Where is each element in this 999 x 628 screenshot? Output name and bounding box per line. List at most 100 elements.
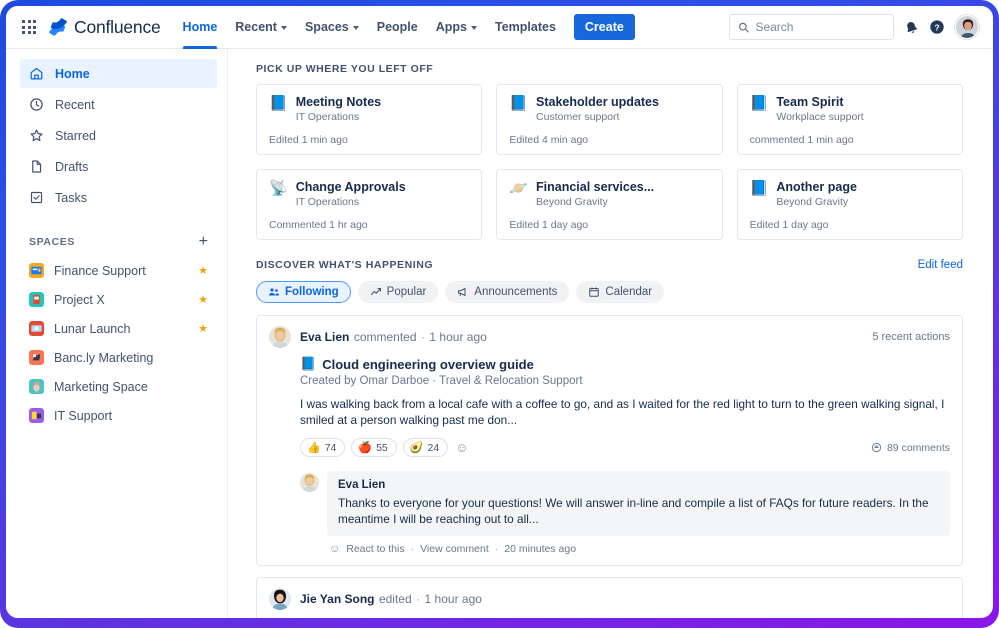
nav-item-apps-label: Apps	[436, 20, 467, 34]
space-avatar-icon	[29, 408, 44, 423]
space-label: Finance Support	[54, 264, 146, 278]
top-nav-right-group: ?	[729, 14, 979, 40]
trending-up-icon	[370, 286, 382, 298]
add-reaction-icon[interactable]: ☺	[455, 441, 468, 454]
nav-item-home[interactable]: Home	[175, 6, 226, 49]
main-nav-items: Home Recent Spaces People Apps Templates…	[175, 6, 635, 49]
pickup-card-change-approvals[interactable]: 📡 Change Approvals IT Operations Comment…	[256, 169, 482, 240]
space-label: Banc.ly Marketing	[54, 351, 153, 365]
avocado-reaction[interactable]: 🥑 24	[403, 438, 448, 457]
card-title: Change Approvals	[296, 180, 406, 195]
sidebar-item-recent[interactable]: Recent	[20, 90, 217, 119]
nav-item-home-label: Home	[183, 20, 218, 34]
search-box[interactable]	[729, 14, 894, 40]
clock-icon	[29, 97, 44, 112]
sidebar-item-drafts-label: Drafts	[55, 160, 88, 174]
sidebar-item-home[interactable]: Home	[20, 59, 217, 88]
app-switcher-icon[interactable]	[16, 14, 42, 40]
star-icon[interactable]: ★	[198, 264, 208, 277]
sidebar-item-starred[interactable]: Starred	[20, 121, 217, 150]
help-circle-icon: ?	[929, 19, 945, 35]
pickup-card-team-spirit[interactable]: 📘 Team Spirit Workplace support commente…	[737, 84, 963, 155]
space-label: IT Support	[54, 409, 112, 423]
feed-time: 1 hour ago	[429, 330, 486, 344]
edit-feed-link[interactable]: Edit feed	[918, 259, 963, 271]
view-comment-link[interactable]: View comment	[420, 543, 489, 555]
sidebar-item-home-label: Home	[55, 67, 90, 81]
card-meta: Edited 1 min ago	[269, 134, 469, 146]
reply-time: 20 minutes ago	[504, 543, 576, 555]
avatar[interactable]	[300, 473, 319, 492]
nav-item-templates[interactable]: Templates	[487, 6, 564, 49]
card-space: IT Operations	[296, 196, 406, 208]
blue-book-icon: 📘	[509, 96, 528, 112]
space-avatar-icon	[29, 321, 44, 336]
create-button[interactable]: Create	[574, 14, 635, 40]
card-space: Workplace support	[776, 111, 863, 123]
user-avatar[interactable]	[955, 15, 979, 39]
pickup-card-meeting-notes[interactable]: 📘 Meeting Notes IT Operations Edited 1 m…	[256, 84, 482, 155]
plus-icon[interactable]: +	[199, 234, 208, 250]
sidebar-space-it-support[interactable]: IT Support	[20, 401, 217, 430]
nav-item-spaces[interactable]: Spaces	[297, 6, 367, 49]
sidebar-item-tasks[interactable]: Tasks	[20, 183, 217, 212]
feed-comments-count[interactable]: 89 comments	[871, 442, 950, 454]
nav-item-recent[interactable]: Recent	[227, 6, 295, 49]
feed-item-header: Jie Yan Song edited · 1 hour ago	[269, 588, 950, 610]
notifications-button[interactable]	[904, 20, 919, 35]
confluence-logo-link[interactable]: Confluence	[48, 17, 161, 38]
star-icon[interactable]: ★	[198, 293, 208, 306]
reply-author[interactable]: Eva Lien	[338, 479, 939, 491]
reaction-count: 74	[325, 442, 337, 454]
feed-reply: Eva Lien Thanks to everyone for your que…	[300, 471, 950, 555]
feed-author[interactable]: Eva Lien	[300, 330, 349, 344]
comments-count-label: 89 comments	[887, 442, 950, 454]
browser-window: Confluence Home Recent Spaces People App…	[6, 6, 993, 618]
tab-following[interactable]: Following	[256, 281, 351, 303]
megaphone-icon	[457, 286, 469, 298]
card-space: Beyond Gravity	[776, 196, 857, 208]
sidebar-space-finance-support[interactable]: Finance Support ★	[20, 256, 217, 285]
page-icon	[29, 159, 44, 174]
comment-icon	[871, 442, 882, 453]
search-input[interactable]	[755, 20, 885, 34]
nav-item-people-label: People	[377, 20, 418, 34]
tab-popular[interactable]: Popular	[358, 281, 439, 303]
pickup-card-financial-services[interactable]: 🪐 Financial services... Beyond Gravity E…	[496, 169, 722, 240]
react-to-this-link[interactable]: React to this	[346, 543, 404, 555]
sidebar-space-marketing-space[interactable]: Marketing Space	[20, 372, 217, 401]
tab-calendar[interactable]: Calendar	[576, 281, 664, 303]
pickup-card-stakeholder-updates[interactable]: 📘 Stakeholder updates Customer support E…	[496, 84, 722, 155]
bell-icon	[904, 20, 919, 35]
svg-text:?: ?	[934, 22, 939, 32]
avatar-image	[956, 16, 979, 39]
sidebar-item-drafts[interactable]: Drafts	[20, 152, 217, 181]
thumbs-up-reaction[interactable]: 👍 74	[300, 438, 345, 457]
reply-bubble: Eva Lien Thanks to everyone for your que…	[327, 471, 950, 536]
pickup-card-another-page[interactable]: 📘 Another page Beyond Gravity Edited 1 d…	[737, 169, 963, 240]
pickup-section-label: PICK UP WHERE YOU LEFT OFF	[256, 63, 963, 75]
blue-book-icon: 📘	[750, 96, 769, 112]
sidebar-item-starred-label: Starred	[55, 129, 96, 143]
avatar[interactable]	[269, 588, 291, 610]
separator: ·	[495, 543, 499, 555]
sidebar-space-project-x[interactable]: Project X ★	[20, 285, 217, 314]
nav-item-people[interactable]: People	[369, 6, 426, 49]
avatar[interactable]	[269, 326, 291, 348]
help-button[interactable]: ?	[929, 19, 945, 35]
add-reaction-icon[interactable]: ☺	[329, 544, 340, 555]
red-apple-reaction[interactable]: 🍎 55	[351, 438, 396, 457]
space-avatar-icon	[29, 263, 44, 278]
feed-author[interactable]: Jie Yan Song	[300, 592, 374, 606]
sidebar-space-bancly-marketing[interactable]: Banc.ly Marketing	[20, 343, 217, 372]
card-title: Another page	[776, 180, 857, 195]
feed-item: Jie Yan Song edited · 1 hour ago 🔍 Incid…	[256, 577, 963, 618]
sidebar-space-lunar-launch[interactable]: Lunar Launch ★	[20, 314, 217, 343]
star-icon[interactable]: ★	[198, 322, 208, 335]
nav-item-apps[interactable]: Apps	[428, 6, 485, 49]
feed-page-link[interactable]: 📘 Cloud engineering overview guide	[300, 356, 950, 372]
tab-announcements[interactable]: Announcements	[445, 281, 569, 303]
feed-item-header: Eva Lien commented · 1 hour ago 5 recent…	[269, 326, 950, 348]
chevron-down-icon	[353, 26, 359, 30]
sidebar: Home Recent Starred Drafts	[6, 49, 228, 618]
